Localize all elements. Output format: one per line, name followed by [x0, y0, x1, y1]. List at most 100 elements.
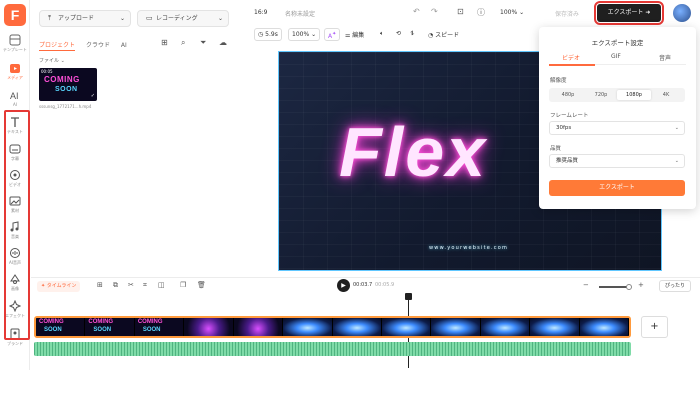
thumb-text-coming: COMING [44, 75, 80, 84]
timeline-zoom-slider[interactable] [599, 284, 633, 290]
quality-value: 推奨品質 [556, 158, 579, 164]
undo-icon[interactable]: ↶ [413, 7, 420, 16]
tab-project[interactable]: プロジェクト [39, 40, 76, 51]
track-frame [431, 318, 481, 336]
search-icon[interactable]: ⌕ [181, 38, 185, 48]
audio-waveform [34, 342, 631, 356]
media-thumbnail[interactable]: 00:05 COMING SOON ✓ [39, 68, 97, 101]
framerate-value: 30fps [556, 125, 572, 131]
export-button[interactable]: エクスポート ➜ [594, 1, 664, 25]
fit-button[interactable]: ぴったり [659, 280, 692, 292]
timeline-mode-chip[interactable]: ✦ タイムライン [37, 281, 81, 292]
aspect-ratio-selector[interactable]: 16:9 [254, 9, 267, 16]
track-frame [332, 318, 382, 336]
top-bar: 16:9 名称未設定 ↶ ↷ ⊡ ⓘ 100% ⌄ 保存済み エクスポート ➜ [238, 0, 700, 26]
zoom-in-icon[interactable]: + [638, 281, 644, 289]
resolution-label: 解像度 [550, 78, 567, 84]
frame-text: COMING [39, 319, 64, 325]
export-label: エクスポート [607, 9, 644, 16]
zoom-slider-fill [599, 286, 630, 288]
duration-control[interactable]: ◷ 5.9s [254, 28, 282, 41]
clip-duration: 00:05 [41, 69, 53, 74]
arrow-right-icon: ➜ [645, 9, 651, 16]
rail-item-template[interactable]: テンプレート [0, 34, 30, 53]
popover-title: エクスポート設定 [591, 39, 644, 47]
add-track-icon[interactable]: ⊞ [97, 281, 103, 289]
template-icon [9, 34, 21, 46]
add-clip-button[interactable]: + [641, 316, 668, 338]
rail-item-label: メディア [7, 75, 23, 80]
rail-item-ai[interactable]: AI AI [0, 89, 30, 107]
framerate-select[interactable]: 30fps ⌄ [549, 121, 685, 135]
zoom-out-icon[interactable]: − [583, 281, 589, 289]
canvas-toolbar: ◷ 5.9s 100% ⌄ A✦ ⚌ 編集 🔈︎ ⟲ ⥮ ◔ スピード [238, 27, 538, 43]
file-filter[interactable]: ファイル ⌄ [39, 57, 65, 64]
redo-icon[interactable]: ↷ [431, 7, 438, 16]
cloud-icon[interactable]: ☁ [219, 38, 227, 47]
zoom-selector[interactable]: 100% ⌄ [500, 9, 524, 16]
rail-item-label: AI [13, 102, 17, 107]
rail-item-media[interactable]: メディア [0, 62, 30, 81]
media-icon [10, 64, 20, 73]
frame-text: SOON [44, 327, 62, 333]
chevron-down-icon: ⌄ [119, 15, 125, 22]
play-button[interactable]: ▶ [337, 279, 350, 292]
track-frame [233, 318, 284, 336]
audio-track[interactable] [34, 342, 631, 356]
flip-icon[interactable]: ⥮ [410, 30, 414, 38]
new-folder-icon[interactable]: ⊞ [161, 38, 168, 47]
neon-headline-flex: Flex [339, 113, 488, 191]
frame-text: COMING [137, 319, 163, 325]
freeze-icon[interactable]: ◫ [158, 281, 165, 289]
resolution-options: 480p 720p 1080p 4K [549, 88, 685, 102]
resolution-480p[interactable]: 480p [551, 90, 585, 100]
rail-item-label: ブランド [7, 341, 23, 346]
resolution-720p[interactable]: 720p [584, 90, 618, 100]
rotate-icon[interactable]: ⟲ [396, 30, 401, 37]
crop-icon[interactable]: ⌗ [143, 281, 147, 290]
frame-text: SOON [93, 327, 112, 333]
quality-select[interactable]: 推奨品質 ⌄ [549, 154, 685, 168]
tab-cloud[interactable]: クラウド [86, 40, 110, 49]
timeline-label: タイムライン [46, 283, 77, 289]
duplicate-icon[interactable]: ❐ [180, 281, 186, 289]
zoom-slider-knob[interactable] [626, 284, 633, 290]
tab-audio[interactable]: 音声 [659, 53, 671, 62]
resolution-4k[interactable]: 4K [649, 90, 683, 100]
upload-button[interactable]: ⤒ アップロード ⌄ [39, 10, 131, 27]
project-name[interactable]: 名称未設定 [285, 9, 315, 18]
duration-value: 5.9s [265, 31, 278, 38]
chevron-down-icon: ⌄ [674, 125, 679, 131]
scissors-icon[interactable]: ✂ [128, 281, 134, 289]
zoom-value: 100% [500, 9, 518, 16]
avatar[interactable] [673, 4, 691, 22]
track-frame [381, 318, 432, 336]
track-frame: COMING SOON [36, 318, 86, 336]
filter-icon[interactable]: ⏷ [200, 38, 206, 48]
tab-ai[interactable]: AI [121, 42, 127, 49]
record-button[interactable]: ▭ レコーディング ⌄ [137, 10, 229, 27]
resolution-1080p[interactable]: 1080p [617, 90, 651, 100]
record-label: レコーディング [156, 15, 198, 22]
app-logo: F [4, 4, 26, 26]
tab-video[interactable]: ビデオ [562, 53, 580, 62]
track-frame [579, 318, 629, 336]
edit-button[interactable]: ⚌ 編集 [345, 30, 364, 39]
volume-icon[interactable]: 🔈︎ [380, 30, 384, 38]
video-track[interactable]: COMING SOON COMING SOON COMING SOON [34, 316, 631, 338]
ai-tool-button[interactable]: A✦ [324, 28, 341, 41]
app-window: F テンプレート メディア AI AI テキスト 字幕 ビデオ 素材 音楽 AI… [0, 0, 700, 400]
delete-icon[interactable]: 🗑︎ [197, 281, 206, 289]
check-icon: ✓ [90, 93, 95, 99]
framerate-label: フレームレート [550, 113, 589, 119]
canvas-zoom-control[interactable]: 100% ⌄ [288, 28, 321, 41]
panel-tabs: プロジェクト クラウド AI [39, 40, 136, 51]
edit-label: 編集 [352, 32, 365, 39]
popover-export-button[interactable]: エクスポート [549, 180, 685, 196]
tab-gif[interactable]: GIF [611, 53, 621, 60]
help-icon[interactable]: ⓘ [477, 7, 485, 18]
record-icon: ▭ [146, 14, 153, 22]
speed-button[interactable]: ◔ スピード [428, 30, 459, 39]
split-icon[interactable]: ⧉ [113, 281, 118, 290]
screenshot-icon[interactable]: ⊡ [457, 7, 464, 16]
